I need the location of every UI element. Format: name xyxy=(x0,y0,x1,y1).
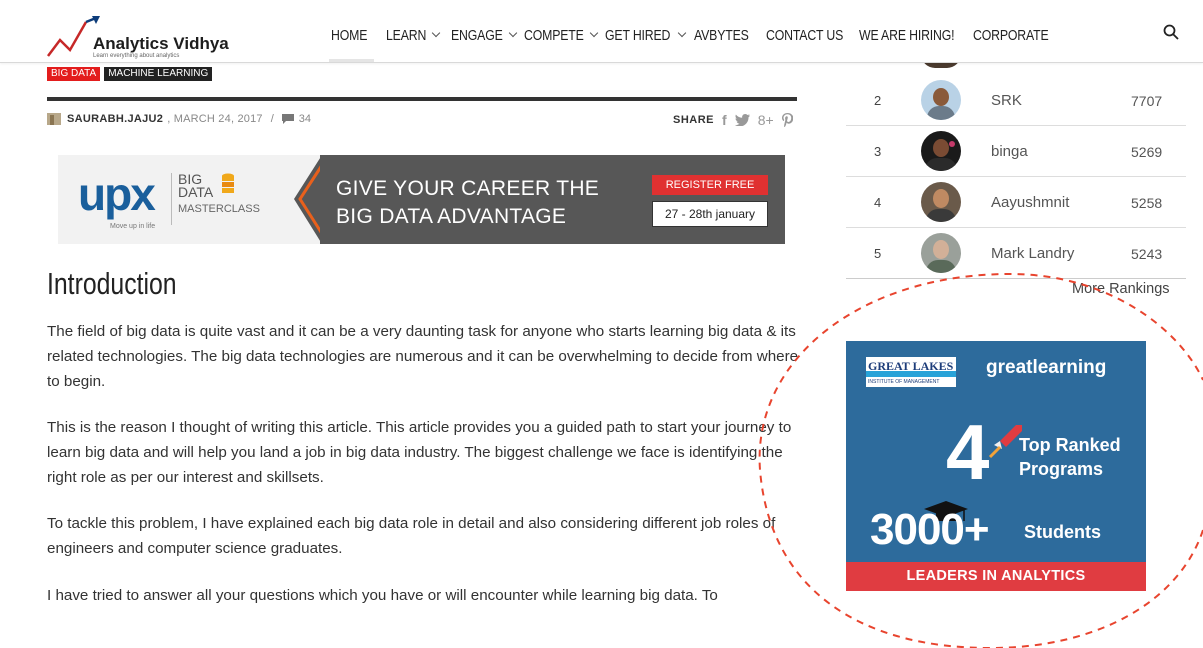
paragraph: The field of big data is quite vast and … xyxy=(47,323,799,390)
greatlearning-brand: greatlearning xyxy=(986,357,1107,378)
leaderboard-row[interactable]: 4 Aayushmnit 5258 xyxy=(846,177,1186,227)
share-bar: SHARE f 8+ xyxy=(673,112,793,128)
twitter-icon[interactable] xyxy=(734,114,750,126)
upx-ad-banner[interactable]: upx Move up in life BIG DATA MASTERCLASS… xyxy=(58,155,785,244)
leaderboard-row[interactable]: 2 SRK 7707 xyxy=(846,75,1186,125)
chevron-down-icon xyxy=(677,28,686,38)
comment-icon xyxy=(281,114,294,124)
publish-date: , MARCH 24, 2017 xyxy=(167,113,263,125)
score: 5243 xyxy=(1131,246,1163,262)
leaderboard-row[interactable]: 5 Mark Landry 5243 xyxy=(846,228,1186,278)
paragraph: This is the reason I thought of writing … xyxy=(47,419,792,486)
tag-big-data[interactable]: BIG DATA xyxy=(47,67,101,81)
paragraph: To tackle this problem, I have explained… xyxy=(47,515,776,557)
google-plus-icon[interactable]: 8+ xyxy=(758,112,774,128)
paragraph: I have tried to answer all your question… xyxy=(47,587,718,604)
leaderboard-table: 2 SRK 7707 3 binga 5269 4 Aayushmnit 525… xyxy=(846,54,1186,279)
rank: 4 xyxy=(874,195,882,210)
username[interactable]: Mark Landry xyxy=(991,245,1074,262)
share-label: SHARE xyxy=(673,114,715,126)
logo-title: Analytics Vidhya xyxy=(93,34,229,53)
username[interactable]: SRK xyxy=(991,92,1022,109)
nav-avbytes[interactable]: AVBYTES xyxy=(694,20,761,50)
upx-tagline: Move up in life xyxy=(110,223,156,230)
chevron-down-icon xyxy=(508,28,518,38)
facebook-icon[interactable]: f xyxy=(722,112,727,128)
nav-corporate[interactable]: CORPORATE xyxy=(973,20,1065,50)
register-free-button[interactable]: REGISTER FREE xyxy=(652,175,768,195)
nav-get-hired-label: GET HIRED xyxy=(605,26,671,44)
nav-engage-label: ENGAGE xyxy=(451,26,503,44)
article-tags: BIG DATA MACHINE LEARNING xyxy=(47,67,213,81)
avatar xyxy=(921,131,961,171)
nav-compete-label: COMPETE xyxy=(524,26,584,44)
greatlearning-ad[interactable]: GREAT LAKES INSTITUTE OF MANAGEMENT grea… xyxy=(846,341,1146,591)
ad-top-ranked: Top Ranked Programs xyxy=(1019,435,1121,479)
nav-contact-us-label: CONTACT US xyxy=(766,26,844,44)
nav-compete[interactable]: COMPETE xyxy=(524,20,599,50)
site-header: Analytics Vidhya Learn everything about … xyxy=(0,0,1203,63)
nav-get-hired[interactable]: GET HIRED xyxy=(605,20,686,50)
upx-logo: upx xyxy=(78,168,156,220)
ad-students-count: 3000+ xyxy=(870,505,990,554)
great-lakes-sub: INSTITUTE OF MANAGEMENT xyxy=(868,379,940,385)
meta-separator: / xyxy=(270,113,274,125)
chevron-down-icon xyxy=(431,28,441,38)
search-icon[interactable] xyxy=(1163,24,1179,40)
article-divider xyxy=(47,97,797,101)
avatar xyxy=(921,80,961,120)
comment-count[interactable]: 34 xyxy=(299,113,311,125)
nav-contact-us[interactable]: CONTACT US xyxy=(766,20,860,50)
nav-avbytes-label: AVBYTES xyxy=(694,26,749,44)
ad-students-label: Students xyxy=(1024,522,1102,542)
site-logo[interactable]: Analytics Vidhya Learn everything about … xyxy=(46,16,246,62)
banner-masterclass: MASTERCLASS xyxy=(178,203,260,215)
ad-footer: LEADERS IN ANALYTICS xyxy=(846,562,1146,591)
more-rankings-link[interactable]: More Rankings xyxy=(1072,281,1170,297)
nav-we-are-hiring[interactable]: WE ARE HIRING! xyxy=(859,20,975,50)
database-icon xyxy=(222,173,234,193)
avatar xyxy=(921,233,961,273)
score: 5269 xyxy=(1131,144,1163,160)
banner-big-data: BIG DATA xyxy=(178,171,214,200)
nav-we-are-hiring-label: WE ARE HIRING! xyxy=(859,26,955,44)
nav-engage[interactable]: ENGAGE xyxy=(451,20,518,50)
author-link[interactable]: SAURABH.JAJU2 xyxy=(67,113,163,125)
rank: 5 xyxy=(874,246,882,261)
chevron-down-icon xyxy=(589,28,599,38)
rank: 3 xyxy=(874,144,882,159)
row-divider xyxy=(846,278,1186,279)
avatar xyxy=(921,182,961,222)
author-avatar-icon xyxy=(47,113,61,125)
tag-machine-learning[interactable]: MACHINE LEARNING xyxy=(104,67,213,81)
nav-corporate-label: CORPORATE xyxy=(973,26,1049,44)
username[interactable]: binga xyxy=(991,143,1028,160)
leaderboard-row[interactable]: 3 binga 5269 xyxy=(846,126,1186,176)
nav-learn[interactable]: LEARN xyxy=(386,20,441,50)
username[interactable]: Aayushmnit xyxy=(991,194,1069,211)
rank: 2 xyxy=(874,93,882,108)
score: 5258 xyxy=(1131,195,1163,211)
banner-divider xyxy=(171,173,172,225)
nav-home-label: HOME xyxy=(331,26,368,44)
great-lakes-wave xyxy=(866,371,956,377)
nav-active-indicator xyxy=(329,59,374,62)
banner-headline-2: BIG DATA ADVANTAGE xyxy=(336,205,567,228)
banner-headline-1: GIVE YOUR CAREER THE xyxy=(336,177,600,200)
banner-dates: 27 - 28th january xyxy=(652,201,768,227)
nav-learn-label: LEARN xyxy=(386,26,427,44)
nav-home[interactable]: HOME xyxy=(331,20,375,50)
logo-tagline: Learn everything about analytics xyxy=(93,53,180,59)
ad-big-number: 4 xyxy=(946,408,990,496)
pinterest-icon[interactable] xyxy=(781,113,793,127)
article-meta: SAURABH.JAJU2 , MARCH 24, 2017 / 34 xyxy=(47,113,311,125)
score: 7707 xyxy=(1131,93,1163,109)
section-title: Introduction xyxy=(47,266,177,301)
